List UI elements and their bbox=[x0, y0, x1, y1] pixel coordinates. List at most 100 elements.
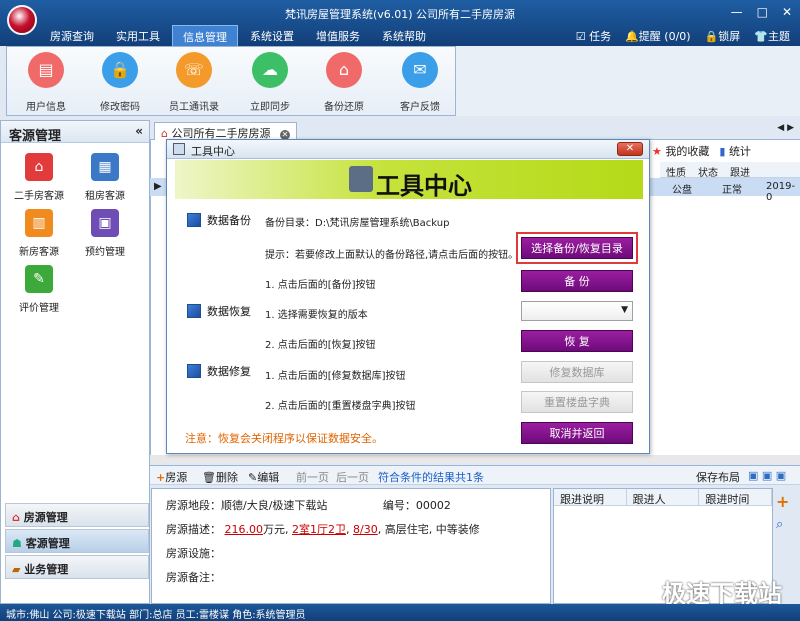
col-follow-desc[interactable]: 跟进说明 bbox=[554, 489, 627, 506]
backup-hint-text: 提示：若要修改上面默认的备份路径,请点击后面的按钮。 bbox=[265, 250, 519, 261]
building-icon: ▦ bbox=[91, 153, 119, 181]
close-button[interactable]: ✕ bbox=[782, 5, 792, 19]
menu-item-info-manage[interactable]: 信息管理 bbox=[172, 25, 238, 48]
window-title: 梵讯房屋管理系统(v6.01) 公司所有二手房房源 bbox=[284, 8, 516, 21]
follow-header: 跟进说明 跟进人 跟进时间 bbox=[554, 489, 773, 506]
customer-nav-icon: ☗ bbox=[12, 537, 26, 550]
lock-screen-button[interactable]: 🔒锁屏 bbox=[705, 28, 741, 44]
maximize-button[interactable]: □ bbox=[757, 5, 768, 19]
lock-icon: 🔒 bbox=[102, 52, 138, 88]
search-follow-icon[interactable]: ⌕ bbox=[776, 517, 796, 532]
nav-house-manage[interactable]: ⌂ 房源管理 bbox=[5, 503, 149, 527]
detail-location-row: 房源地段：顺德/大良/极速下载站 编号：00002 bbox=[166, 499, 451, 512]
shirt-icon: 👕 bbox=[754, 30, 768, 43]
ribbon-user-info[interactable]: ▤ 用户信息 bbox=[11, 52, 81, 113]
repair-db-button[interactable]: 修复数据库 bbox=[521, 361, 633, 383]
prev-page-button[interactable]: 前一页 bbox=[296, 469, 329, 485]
user-info-icon: ▤ bbox=[28, 52, 64, 88]
ribbon-change-password[interactable]: 🔒 修改密码 bbox=[85, 52, 155, 113]
stats-button[interactable]: ▮ 统计 bbox=[719, 143, 751, 159]
backup-step1-text: 1. 点击后面的[备份]按钮 bbox=[265, 280, 376, 291]
col-status[interactable]: 状态 bbox=[692, 162, 724, 179]
detail-remark-label: 房源备注： bbox=[166, 571, 221, 584]
menu-item-house-query[interactable]: 房源查询 bbox=[40, 25, 104, 48]
feedback-icon: ✉ bbox=[402, 52, 438, 88]
warning-note: 注意：恢复会关闭程序以保证数据安全。 bbox=[185, 432, 383, 445]
delete-button[interactable]: 🗑删除 bbox=[202, 469, 238, 485]
cell-date: 2019-0 bbox=[766, 181, 796, 203]
left-panel: 客源管理 « ⌂ 二手房客源 ▦ 租房客源 ▥ 新房客源 ▣ 预约管理 ✎ 评价… bbox=[0, 120, 150, 604]
minimize-button[interactable]: — bbox=[731, 5, 743, 19]
cell-nature: 公盘 bbox=[672, 185, 692, 196]
ribbon-feedback[interactable]: ✉ 客户反馈 bbox=[385, 52, 455, 113]
follow-side-buttons: + ⌕ bbox=[776, 492, 796, 532]
layout-toggle-icons[interactable]: ▣ ▣ ▣ bbox=[748, 469, 786, 482]
result-count: 符合条件的结果共1条 bbox=[378, 471, 484, 484]
cancel-return-button[interactable]: 取消并返回 bbox=[521, 422, 633, 444]
menu-item-settings[interactable]: 系统设置 bbox=[240, 25, 304, 48]
title-bar: 梵讯房屋管理系统(v6.01) 公司所有二手房房源 — □ ✕ 房源查询 实用工… bbox=[0, 0, 800, 48]
ribbon-panel: ▤ 用户信息 🔒 修改密码 ☏ 员工通讯录 ☁ 立即同步 ⌂ 备份还原 ✉ 客户… bbox=[6, 46, 456, 116]
sync-cloud-icon: ☁ bbox=[252, 52, 288, 88]
ribbon-sync[interactable]: ☁ 立即同步 bbox=[235, 52, 305, 113]
restore-button[interactable]: 恢 复 bbox=[521, 330, 633, 352]
favorites-button[interactable]: ★ 我的收藏 bbox=[652, 143, 709, 159]
house-icon: ⌂ bbox=[25, 153, 53, 181]
edit-pen-icon bbox=[187, 304, 201, 318]
menu-item-tools[interactable]: 实用工具 bbox=[106, 25, 170, 48]
bar-chart-icon: ▮ bbox=[719, 145, 726, 158]
section-repair: 数据修复 bbox=[187, 363, 251, 379]
tab-scroll-arrows-icon[interactable]: ◀ ▶ bbox=[777, 123, 794, 133]
ribbon-backup-restore[interactable]: ⌂ 备份还原 bbox=[309, 52, 379, 113]
tab-bar: ⌂ 公司所有二手房房源 ✕ ◀ ▶ bbox=[150, 120, 800, 140]
grid-header: 性质 状态 跟进 bbox=[660, 162, 800, 179]
menu-item-value-added[interactable]: 增值服务 bbox=[306, 25, 370, 48]
task-icon: ☑ bbox=[575, 30, 590, 43]
lock-icon: 🔒 bbox=[704, 30, 719, 43]
banner-title: 工具中心 bbox=[376, 172, 472, 200]
edit-pen-icon bbox=[187, 364, 201, 378]
collapse-icon[interactable]: « bbox=[135, 124, 143, 138]
edit-icon: ✎ bbox=[248, 471, 258, 484]
reminder-button[interactable]: 🔔提醒 (0/0) bbox=[625, 28, 691, 44]
left-item-rent[interactable]: ▦ 租房客源 bbox=[75, 153, 135, 202]
window-controls: — □ ✕ bbox=[731, 5, 792, 19]
horizontal-scrollbar[interactable] bbox=[150, 455, 800, 463]
add-house-button[interactable]: +房源 bbox=[156, 469, 187, 485]
backup-button[interactable]: 备 份 bbox=[521, 270, 633, 292]
plus-icon: + bbox=[156, 471, 166, 484]
menu-item-help[interactable]: 系统帮助 bbox=[372, 25, 436, 48]
restore-version-select[interactable]: ▼ bbox=[521, 301, 633, 321]
bottom-toolbar: +房源 🗑删除 ✎编辑 前一页 后一页 符合条件的结果共1条 保存布局 ▣ ▣ … bbox=[150, 465, 800, 485]
bell-icon: 🔔 bbox=[625, 30, 639, 43]
nav-business-manage[interactable]: ▰ 业务管理 bbox=[5, 555, 149, 579]
tab-company-houses[interactable]: ⌂ 公司所有二手房房源 ✕ bbox=[154, 122, 297, 140]
left-panel-header: 客源管理 « bbox=[1, 121, 149, 144]
tool-center-dialog: 工具中心 ✕ 工具中心 数据备份 备份目录：D:\梵讯房屋管理系统\Backup… bbox=[166, 139, 650, 454]
briefcase-icon: ▰ bbox=[12, 563, 25, 576]
edit-button[interactable]: ✎编辑 bbox=[248, 469, 279, 485]
left-item-review[interactable]: ✎ 评价管理 bbox=[9, 265, 69, 314]
left-item-appointment[interactable]: ▣ 预约管理 bbox=[75, 209, 135, 258]
save-layout-button[interactable]: 保存布局 bbox=[696, 469, 740, 485]
task-button[interactable]: ☑ 任务 bbox=[576, 28, 611, 44]
ribbon-contacts[interactable]: ☏ 员工通讯录 bbox=[159, 52, 229, 113]
col-follow[interactable]: 跟进 bbox=[724, 162, 756, 179]
col-follow-time[interactable]: 跟进时间 bbox=[699, 489, 773, 506]
menu-bar: 房源查询 实用工具 信息管理 系统设置 增值服务 系统帮助 bbox=[40, 25, 436, 48]
calendar-icon: ▣ bbox=[91, 209, 119, 237]
dialog-close-button[interactable]: ✕ bbox=[617, 142, 643, 156]
col-follow-person[interactable]: 跟进人 bbox=[627, 489, 700, 506]
left-item-new-house[interactable]: ▥ 新房客源 bbox=[9, 209, 69, 258]
edit-pen-icon bbox=[187, 213, 201, 227]
chevron-down-icon: ▼ bbox=[621, 305, 628, 315]
nav-customer-manage[interactable]: ☗ 客源管理 bbox=[5, 529, 149, 553]
col-nature[interactable]: 性质 bbox=[660, 162, 692, 179]
reset-dict-button[interactable]: 重置楼盘字典 bbox=[521, 391, 633, 413]
next-page-button[interactable]: 后一页 bbox=[336, 469, 369, 485]
add-follow-icon[interactable]: + bbox=[776, 492, 796, 511]
choose-dir-button[interactable]: 选择备份/恢复目录 bbox=[521, 237, 633, 259]
left-item-second-hand[interactable]: ⌂ 二手房客源 bbox=[9, 153, 69, 202]
top-right-actions: ☑ 任务 🔔提醒 (0/0) 🔒锁屏 👕主题 bbox=[576, 28, 790, 44]
theme-button[interactable]: 👕主题 bbox=[754, 28, 790, 44]
